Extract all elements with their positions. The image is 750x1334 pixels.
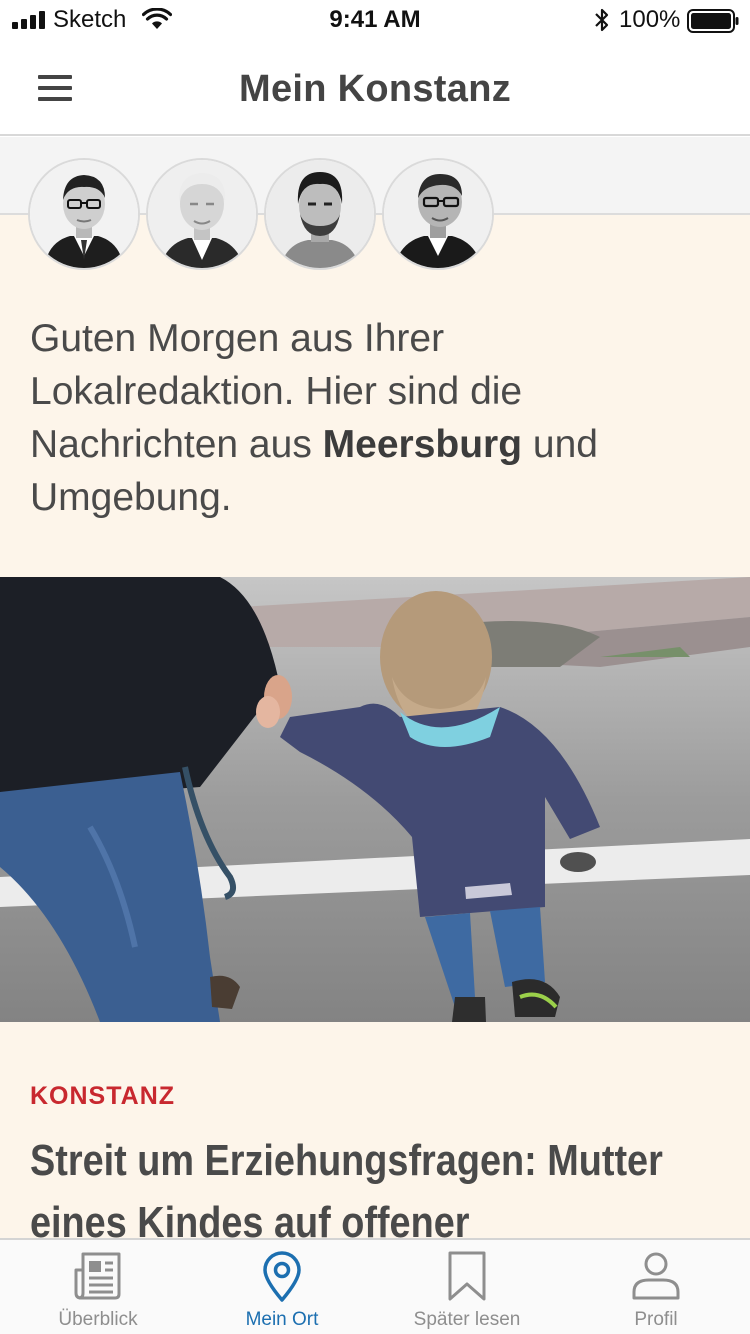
status-bar: Sketch 9:41 AM 100% [0,0,750,40]
tab-ueberblick[interactable]: Überblick [4,1240,192,1334]
person-icon [632,1252,680,1300]
editor-avatar-3[interactable] [264,158,376,270]
tab-profil[interactable]: Profil [562,1240,750,1334]
tab-label-spaeter-lesen: Später lesen [413,1309,521,1330]
tab-label-ueberblick: Überblick [58,1309,138,1330]
article-headline[interactable]: Streit um Erziehungsfragen: Mutter eines… [30,1130,730,1254]
bookmark-icon [448,1251,486,1301]
article-category[interactable]: KONSTANZ [30,1082,175,1111]
navigation-bar: Mein Konstanz [0,40,750,136]
editor-avatar-4[interactable] [382,158,494,270]
article-hero-image[interactable] [0,577,750,1022]
bluetooth-icon [595,8,609,32]
greeting-location[interactable]: Meersburg [323,423,522,466]
battery-icon [687,9,739,33]
battery-percentage: 100% [619,6,681,33]
tab-mein-ort[interactable]: Mein Ort [188,1240,376,1334]
tab-bar: Überblick Mein Ort Später lesen Profil [0,1238,750,1334]
tab-label-mein-ort: Mein Ort [245,1309,319,1330]
editor-avatar-1[interactable] [28,158,140,270]
newspaper-icon [74,1252,121,1300]
location-pin-icon [263,1251,301,1302]
greeting-text: Guten Morgen aus Ihrer Lokalredaktion. H… [30,312,710,524]
editor-avatar-2[interactable] [146,158,258,270]
tab-label-profil: Profil [634,1309,678,1330]
tab-spaeter-lesen[interactable]: Später lesen [373,1240,561,1334]
page-title: Mein Konstanz [238,68,511,110]
